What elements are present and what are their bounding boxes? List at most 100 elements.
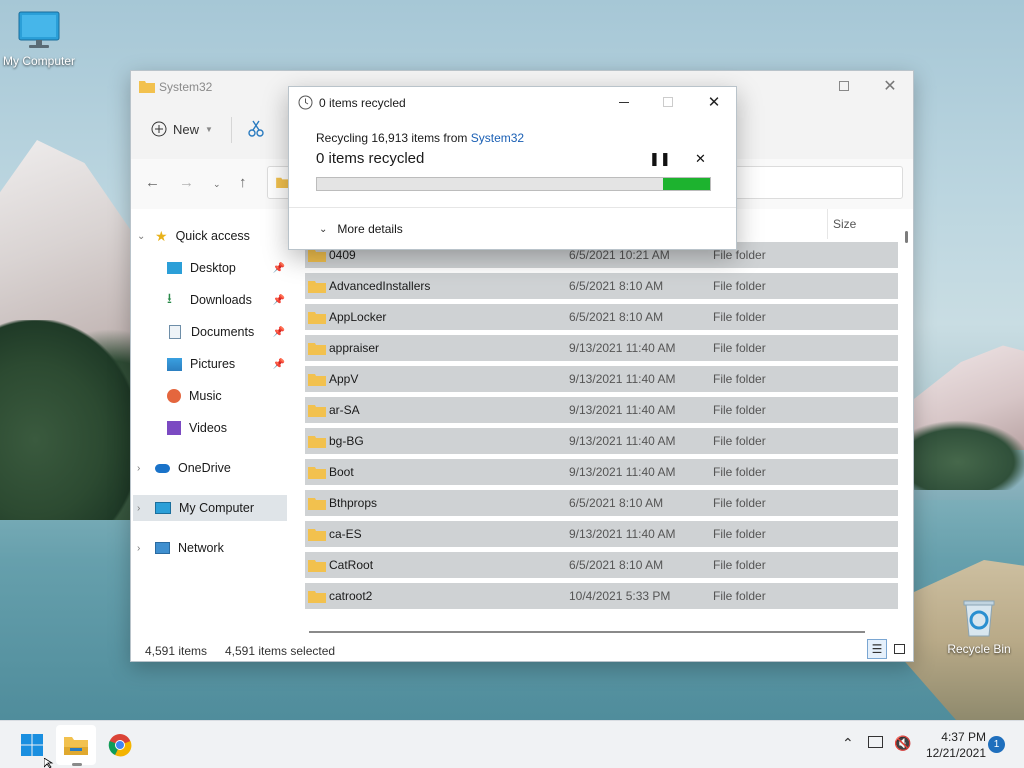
file-type: File folder <box>713 558 766 572</box>
file-name: AppV <box>329 372 359 386</box>
source-folder-link[interactable]: System32 <box>471 131 524 145</box>
desktop-icon-label: My Computer <box>2 54 76 68</box>
nav-item-documents[interactable]: Documents 📌 <box>167 319 285 345</box>
clock[interactable]: 4:37 PM 12/21/2021 <box>920 729 986 761</box>
nav-item-videos[interactable]: Videos <box>167 415 285 441</box>
folder-icon <box>308 497 326 510</box>
cancel-button[interactable]: ✕ <box>695 151 706 167</box>
maximize-button[interactable] <box>821 71 867 101</box>
nav-label: Downloads <box>190 293 252 307</box>
forward-button[interactable]: → <box>179 174 194 191</box>
show-hidden-icons-button[interactable]: ⌃ <box>842 735 854 752</box>
download-icon: ⭳ <box>167 290 172 306</box>
file-type: File folder <box>713 279 766 293</box>
chevron-down-icon: ⌄ <box>213 179 221 189</box>
table-row[interactable]: Boot 9/13/2021 11:40 AM File folder <box>305 459 898 485</box>
window-title: System32 <box>159 80 213 94</box>
network-status-button[interactable] <box>868 735 883 751</box>
pause-button[interactable]: ❚❚ <box>649 151 671 167</box>
nav-label: My Computer <box>179 501 255 515</box>
file-name: catroot2 <box>329 589 373 603</box>
minimize-icon <box>619 101 629 103</box>
volume-button[interactable]: 🔇 <box>894 735 911 752</box>
maximize-icon <box>839 81 849 91</box>
up-button[interactable]: ↑ <box>239 174 247 191</box>
chevron-right-icon: › <box>137 462 141 474</box>
file-name: 0409 <box>329 248 356 262</box>
pause-icon: ❚❚ <box>649 151 671 166</box>
folder-icon <box>308 404 326 417</box>
file-type: File folder <box>713 248 766 262</box>
recent-locations-button[interactable]: ⌄ <box>213 179 221 190</box>
folder-icon <box>139 81 155 93</box>
status-bar: 4,591 items 4,591 items selected <box>131 637 913 661</box>
nav-item-quick-access[interactable]: ⌄ ★ Quick access <box>137 223 287 249</box>
divider <box>289 207 736 208</box>
close-button[interactable]: ✕ <box>691 87 737 117</box>
mouse-cursor-icon <box>44 758 54 768</box>
desktop-icon-my-computer[interactable]: My Computer <box>0 10 78 68</box>
nav-item-my-computer[interactable]: › My Computer <box>133 495 287 521</box>
file-date: 9/13/2021 11:40 AM <box>569 403 676 417</box>
folder-icon <box>308 528 326 541</box>
pin-icon: 📌 <box>272 294 285 306</box>
table-row[interactable]: catroot2 10/4/2021 5:33 PM File folder <box>305 583 898 609</box>
table-row[interactable]: Bthprops 6/5/2021 8:10 AM File folder <box>305 490 898 516</box>
notification-badge[interactable]: 1 <box>988 736 1005 753</box>
progress-bar <box>316 177 711 191</box>
maximize-button <box>645 87 691 117</box>
nav-item-network[interactable]: › Network <box>137 535 287 561</box>
file-type: File folder <box>713 496 766 510</box>
wallpaper-trees <box>0 320 140 520</box>
folder-icon <box>308 590 326 603</box>
cut-button[interactable] <box>247 119 265 140</box>
table-row[interactable]: ca-ES 9/13/2021 11:40 AM File folder <box>305 521 898 547</box>
nav-item-onedrive[interactable]: › OneDrive <box>137 455 287 481</box>
minimize-button[interactable] <box>601 87 647 117</box>
table-row[interactable]: AppLocker 6/5/2021 8:10 AM File folder <box>305 304 898 330</box>
pictures-icon <box>167 357 182 371</box>
file-date: 9/13/2021 11:40 AM <box>569 341 676 355</box>
file-type: File folder <box>713 434 766 448</box>
nav-item-desktop[interactable]: Desktop 📌 <box>167 255 285 281</box>
file-name: AppLocker <box>329 310 387 324</box>
file-type: File folder <box>713 341 766 355</box>
more-details-button[interactable]: ⌄ More details <box>319 222 403 236</box>
nav-item-music[interactable]: Music <box>167 383 285 409</box>
file-date: 9/13/2021 11:40 AM <box>569 465 676 479</box>
taskbar-file-explorer[interactable] <box>56 725 96 765</box>
network-icon <box>155 542 170 554</box>
table-row[interactable]: appraiser 9/13/2021 11:40 AM File folder <box>305 335 898 361</box>
chevron-up-icon: ⌃ <box>842 735 854 751</box>
table-row[interactable]: ar-SA 9/13/2021 11:40 AM File folder <box>305 397 898 423</box>
arrow-right-icon: → <box>179 174 194 191</box>
back-button[interactable]: ← <box>145 174 160 191</box>
recycle-progress-dialog: 0 items recycled ✕ Recycling 16,913 item… <box>288 86 737 250</box>
close-button[interactable]: ✕ <box>867 71 913 101</box>
column-header-size[interactable]: Size <box>833 217 856 231</box>
chevron-right-icon: › <box>137 502 141 514</box>
desktop-icon-recycle-bin[interactable]: Recycle Bin <box>940 598 1018 656</box>
file-date: 6/5/2021 8:10 AM <box>569 310 664 324</box>
table-row[interactable]: CatRoot 6/5/2021 8:10 AM File folder <box>305 552 898 578</box>
desktop-icon-label: Recycle Bin <box>947 642 1011 656</box>
table-row[interactable]: AppV 9/13/2021 11:40 AM File folder <box>305 366 898 392</box>
vertical-scrollbar[interactable] <box>905 231 908 243</box>
nav-item-pictures[interactable]: Pictures 📌 <box>167 351 285 377</box>
folder-icon <box>308 249 326 262</box>
clock-icon <box>298 95 313 110</box>
folder-icon <box>308 435 326 448</box>
toolbar-divider <box>231 117 232 143</box>
tiles-view-button[interactable] <box>889 639 909 659</box>
new-button[interactable]: New ▼ <box>151 121 213 137</box>
nav-label: Pictures <box>190 357 236 371</box>
close-icon: ✕ <box>695 151 706 166</box>
table-row[interactable]: bg-BG 9/13/2021 11:40 AM File folder <box>305 428 898 454</box>
table-row[interactable]: AdvancedInstallers 6/5/2021 8:10 AM File f… <box>305 273 898 299</box>
nav-item-downloads[interactable]: ⭳ Downloads 📌 <box>167 287 285 313</box>
folder-icon <box>308 280 326 293</box>
taskbar-chrome[interactable] <box>100 725 140 765</box>
details-view-button[interactable]: ☰ <box>867 639 887 659</box>
horizontal-scrollbar[interactable] <box>309 631 865 633</box>
folder-icon <box>308 466 326 479</box>
